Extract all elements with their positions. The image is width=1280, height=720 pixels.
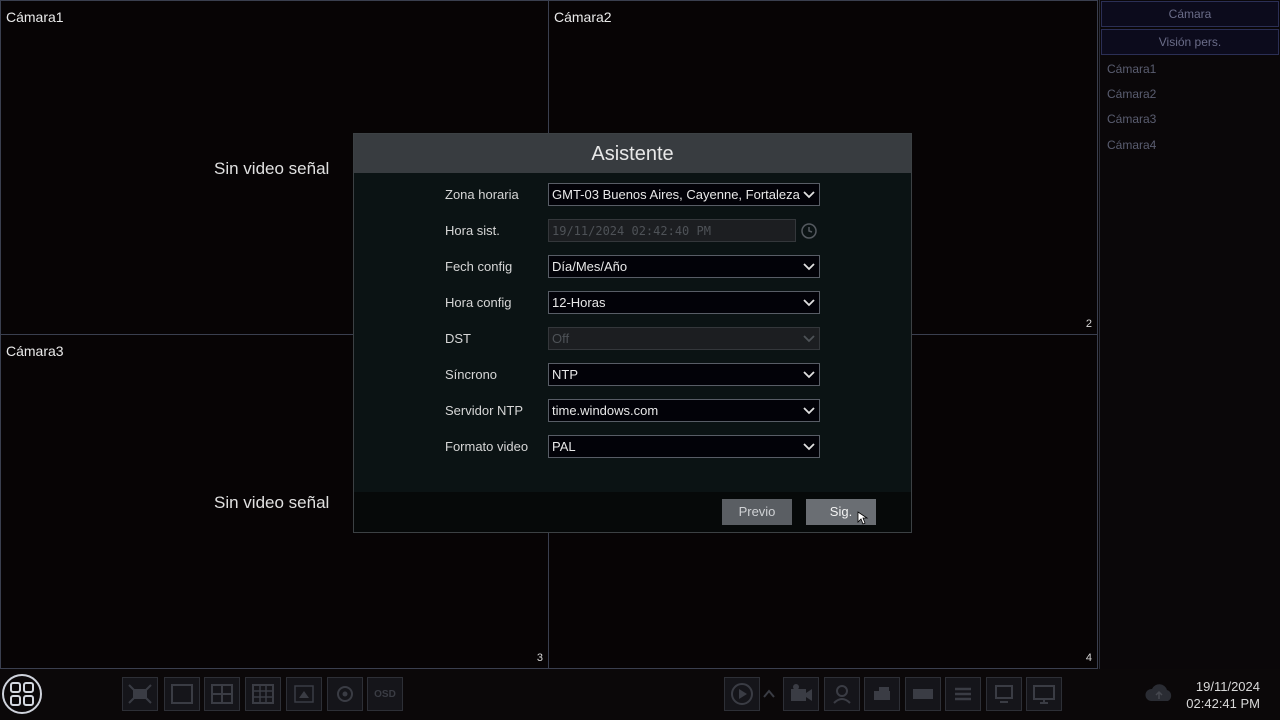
snapshot-button[interactable] [824,677,860,711]
single-view-icon [171,684,193,704]
ptz-button[interactable] [864,677,900,711]
date-format-select[interactable]: Día/Mes/Año [548,255,820,278]
time-format-label: Hora config [445,295,512,310]
start-menu-button[interactable] [2,674,42,714]
cycle-icon [337,686,353,702]
chevron-down-icon [803,407,815,415]
chevron-down-icon [803,335,815,343]
time-format-select[interactable]: 12-Horas [548,291,820,314]
hdd-icon [913,689,933,699]
system-time-field: 19/11/2024 02:42:40 PM [548,219,796,242]
chevron-up-icon [763,689,775,698]
dialog-footer: Previo Sig. [354,492,911,532]
system-time-value: 19/11/2024 02:42:40 PM [552,224,711,238]
person-icon [833,685,851,704]
monitor-icon [995,685,1013,703]
ntp-server-label: Servidor NTP [445,403,524,418]
camera-side-panel: Cámara Visión pers. Cámara1 Cámara2 Cáma… [1099,0,1280,669]
network-button[interactable] [945,677,981,711]
cloud-icon [1145,684,1172,701]
alarm-button[interactable] [1026,677,1062,711]
chevron-down-icon [803,263,815,271]
previous-button[interactable]: Previo [722,499,792,525]
timezone-select[interactable]: GMT-03 Buenos Aires, Cayenne, Fortaleza [548,183,820,206]
setup-wizard-dialog: Asistente Zona horaria GMT-03 Buenos Air… [353,133,912,533]
screen-button[interactable] [986,677,1022,711]
layout-more-button[interactable] [286,677,322,711]
side-item-camera3[interactable]: Cámara3 [1107,112,1156,126]
camera-name: Cámara2 [554,9,612,25]
next-label: Sig. [829,504,853,519]
mouse-cursor-icon [857,511,869,525]
bottom-toolbar: OSD 19/11/2024 02:42:41 PM [0,669,1280,720]
quad-view-icon [211,684,233,704]
date-format-value: Día/Mes/Año [552,259,628,274]
channel-number: 2 [1085,318,1092,330]
video-format-select[interactable]: PAL [548,435,820,458]
dst-value: Off [552,331,570,346]
camera-name: Cámara3 [6,343,64,359]
layout-4-button[interactable] [204,677,240,711]
layout-1-button[interactable] [164,677,200,711]
start-menu-icon [10,682,34,706]
osd-button[interactable]: OSD [367,677,403,711]
timezone-value: GMT-03 Buenos Aires, Cayenne, Fortaleza [552,187,800,202]
dialog-title: Asistente [354,134,911,173]
triangle-up-icon [294,685,314,703]
display-icon [1033,685,1055,704]
no-signal-text: Sin video señal [214,159,330,178]
dst-select: Off [548,327,820,350]
clock-icon [801,223,817,239]
storage-button[interactable] [905,677,941,711]
ptz-camera-icon [874,687,890,700]
play-icon [731,683,753,705]
current-date: 19/11/2024 [1195,679,1260,694]
camera-record-icon [791,684,812,701]
nvr-screen: Cámara1 Sin video señal Cámara2 2 Cámara… [0,0,1280,720]
chevron-down-icon [803,371,815,379]
channel-number: 4 [1085,652,1092,664]
system-time-label: Hora sist. [445,223,500,238]
current-time: 02:42:41 PM [1186,696,1260,711]
layout-9-button[interactable] [245,677,281,711]
video-format-value: PAL [552,439,576,454]
side-item-camera2[interactable]: Cámara2 [1107,87,1156,101]
clock-button[interactable] [800,222,818,245]
osd-label: OSD [374,688,396,700]
chevron-down-icon [802,186,816,202]
side-item-camera4[interactable]: Cámara4 [1107,138,1156,152]
sync-select[interactable]: NTP [548,363,820,386]
tab-custom-view[interactable]: Visión pers. [1101,29,1279,55]
video-format-label: Formato video [445,439,529,454]
expand-chevron[interactable] [762,687,776,705]
timezone-label: Zona horaria [445,187,519,202]
date-format-label: Fech config [445,259,513,274]
dst-label: DST [445,331,471,346]
fullscreen-icon [128,684,152,704]
clock-display: 19/11/2024 02:42:41 PM [1186,678,1260,712]
cloud-status[interactable] [1143,681,1175,712]
camera-name: Cámara1 [6,9,64,25]
sync-value: NTP [552,367,578,382]
record-button[interactable] [783,677,819,711]
channel-number: 3 [536,652,543,664]
chevron-down-icon [803,299,815,307]
time-format-value: 12-Horas [552,295,606,310]
ntp-server-value: time.windows.com [552,403,659,418]
playback-button[interactable] [724,677,760,711]
stack-icon [955,687,971,701]
nine-view-icon [252,684,274,704]
sync-label: Síncrono [445,367,498,382]
sequence-button[interactable] [327,677,363,711]
side-item-camera1[interactable]: Cámara1 [1107,62,1156,76]
fullscreen-button[interactable] [122,677,158,711]
tab-camera[interactable]: Cámara [1101,1,1279,27]
no-signal-text: Sin video señal [214,493,330,512]
ntp-server-select[interactable]: time.windows.com [548,399,820,422]
chevron-down-icon [803,443,815,451]
